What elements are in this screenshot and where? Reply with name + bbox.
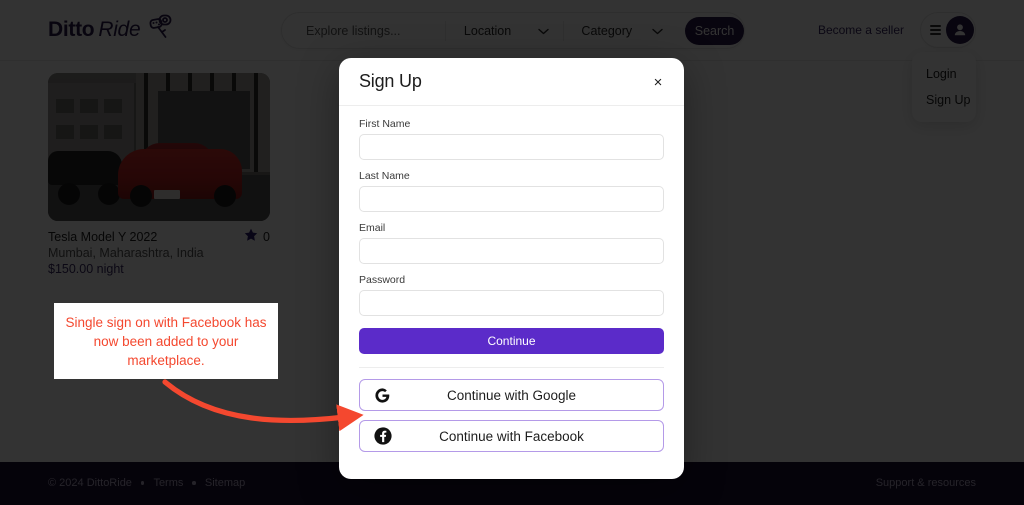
continue-button[interactable]: Continue xyxy=(359,328,664,354)
last-name-field[interactable] xyxy=(359,186,664,212)
modal-body: First Name Last Name Email Password Cont… xyxy=(339,106,684,479)
close-icon[interactable]: × xyxy=(648,72,668,92)
annotation-callout: Single sign on with Facebook has now bee… xyxy=(54,303,278,379)
continue-with-facebook-button[interactable]: Continue with Facebook xyxy=(359,420,664,452)
first-name-label: First Name xyxy=(359,118,411,130)
password-label: Password xyxy=(359,274,406,286)
continue-with-google-label: Continue with Google xyxy=(446,387,577,403)
sso-divider xyxy=(359,367,664,368)
continue-with-google-button[interactable]: Continue with Google xyxy=(359,379,664,411)
password-field[interactable] xyxy=(359,290,664,316)
google-icon xyxy=(374,387,391,404)
email-label: Email xyxy=(359,222,386,234)
annotation-text: Single sign on with Facebook has now bee… xyxy=(65,314,267,368)
signup-modal: Sign Up × First Name Last Name Email Pas… xyxy=(339,58,684,479)
first-name-field[interactable] xyxy=(359,134,664,160)
email-field[interactable] xyxy=(359,238,664,264)
app-page: Ditto Ride xyxy=(0,0,1024,505)
facebook-icon xyxy=(374,427,392,445)
continue-with-facebook-label: Continue with Facebook xyxy=(439,428,584,444)
modal-title: Sign Up xyxy=(359,71,422,91)
last-name-label: Last Name xyxy=(359,170,410,182)
modal-header: Sign Up × xyxy=(339,58,684,106)
